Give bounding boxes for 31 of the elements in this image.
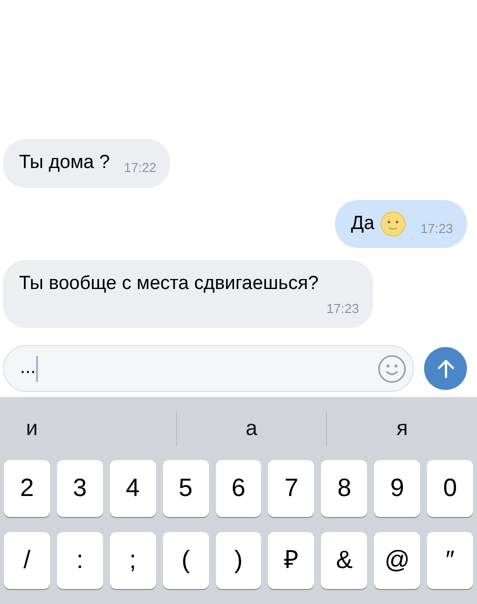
message-time: 17:23 xyxy=(325,300,359,318)
keyboard-key[interactable]: ₽ xyxy=(268,532,314,589)
suggestion[interactable]: а xyxy=(176,412,326,444)
keyboard-key[interactable]: 2 xyxy=(4,460,50,517)
message-text: Да xyxy=(351,212,374,236)
keyboard-key[interactable]: ( xyxy=(162,532,209,589)
keyboard-key[interactable]: @ xyxy=(374,532,420,589)
keyboard-key[interactable]: 3 xyxy=(56,460,103,517)
keyboard-key[interactable]: 0 xyxy=(427,460,474,517)
emoji-icon[interactable] xyxy=(377,354,407,384)
keyboard-key[interactable]: 4 xyxy=(110,460,156,517)
keyboard-key[interactable]: / xyxy=(4,532,50,589)
suggestion[interactable]: я xyxy=(327,412,477,444)
keyboard-key[interactable]: 7 xyxy=(268,460,314,517)
message-field[interactable]: ... xyxy=(3,345,414,392)
keyboard-key[interactable]: 9 xyxy=(374,460,420,517)
send-button[interactable] xyxy=(424,347,467,390)
keyboard-key[interactable]: 6 xyxy=(216,460,262,517)
keyboard-key[interactable]: 5 xyxy=(162,460,209,517)
keyboard-key[interactable]: ″ xyxy=(427,532,474,589)
message-text: Ты дома ? xyxy=(19,151,110,175)
suggestion[interactable]: и xyxy=(0,412,176,444)
keyboard-key[interactable]: 8 xyxy=(321,460,368,517)
message-time: 17:23 xyxy=(419,220,453,238)
message-text: Ты вообще с места сдвигаешься? xyxy=(19,272,319,296)
keyboard-key[interactable]: ) xyxy=(216,532,262,589)
keyboard-key[interactable]: : xyxy=(56,532,103,589)
field-text: ... xyxy=(20,356,36,380)
keyboard-key[interactable]: & xyxy=(321,532,368,589)
message-time: 17:22 xyxy=(122,159,156,177)
keyboard-key[interactable]: ; xyxy=(110,532,156,589)
